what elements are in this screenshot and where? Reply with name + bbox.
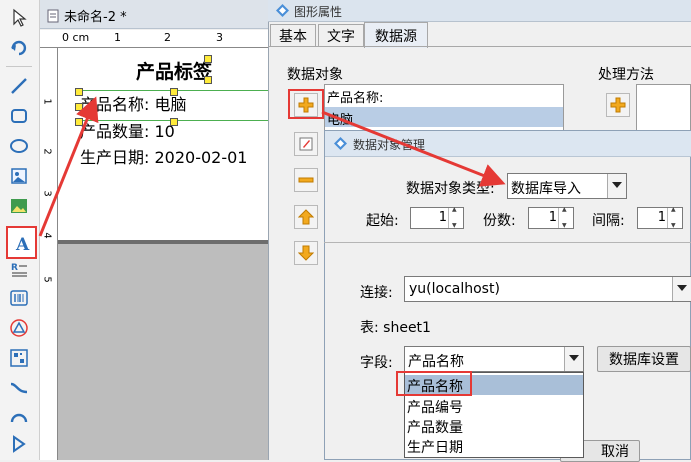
app-icon (276, 4, 289, 17)
chevron-down-icon[interactable] (672, 277, 691, 301)
list-item[interactable]: 产品名称: (327, 87, 383, 106)
remove-data-object-button[interactable] (294, 168, 318, 192)
line-tool-icon[interactable] (7, 74, 31, 98)
ruler-tick: 1 (114, 31, 121, 44)
processing-method-label: 处理方法 (598, 67, 654, 83)
vertical-ruler: 1 2 3 4 5 (40, 48, 58, 460)
left-toolbar: A R (0, 0, 40, 460)
edit-data-object-button[interactable] (294, 132, 318, 156)
tab-data-source[interactable]: 数据源 (364, 22, 428, 48)
ellipse-tool-icon[interactable] (7, 134, 31, 158)
triangle-tool-icon[interactable] (7, 316, 31, 340)
pointer-tool-icon[interactable] (7, 6, 31, 30)
document-tab-title: 未命名-2 * (64, 10, 127, 25)
minus-icon (298, 177, 314, 183)
ruler-tick: 3 (216, 31, 223, 44)
move-down-button[interactable] (294, 241, 318, 265)
table-label: 表: sheet1 (360, 320, 431, 336)
add-processing-button[interactable] (606, 93, 630, 117)
label-page[interactable]: 产品标签 产品名称: 电脑 产品数量: 10 生产日期: 2020-02-01 (58, 48, 268, 240)
barcode-tool-icon[interactable] (7, 286, 31, 310)
arrow-up-icon (298, 209, 314, 225)
add-button-highlight (288, 89, 324, 119)
selection-handle[interactable] (204, 76, 212, 84)
selection-handle[interactable] (170, 118, 178, 126)
curve-tool-icon[interactable] (7, 376, 31, 400)
vruler-tick: 3 (41, 190, 53, 197)
processing-list[interactable] (636, 84, 691, 134)
spinner-arrows[interactable] (558, 206, 573, 229)
chevron-down-icon[interactable] (564, 347, 583, 371)
arc-tool-icon[interactable] (7, 404, 31, 428)
properties-dialog-title: 图形属性 (294, 5, 343, 19)
start-label: 起始: (366, 213, 399, 229)
vruler-tick: 1 (41, 98, 53, 105)
database-settings-button[interactable]: 数据库设置 (597, 346, 691, 372)
rotate-tool-icon[interactable] (7, 36, 31, 60)
spinner-arrows[interactable] (448, 206, 463, 229)
data-object-manager-title: 数据对象管理 (353, 138, 426, 152)
data-object-type-select[interactable]: 数据库导入 (507, 173, 627, 199)
list-item-selected[interactable]: 电脑 (325, 107, 563, 128)
label-line-production-date[interactable]: 生产日期: 2020-02-01 (80, 144, 247, 168)
data-object-list[interactable]: 产品名称: 电脑 (324, 84, 564, 134)
selection-handle[interactable] (204, 55, 212, 63)
data-object-label: 数据对象 (287, 67, 343, 83)
app-icon (334, 137, 347, 150)
rounded-rectangle-tool-icon[interactable] (7, 104, 31, 128)
picture-tool-icon[interactable] (7, 164, 31, 188)
move-up-button[interactable] (294, 205, 318, 229)
plus-icon (610, 97, 626, 113)
vruler-tick: 2 (41, 148, 53, 155)
interval-label: 间隔: (592, 213, 625, 229)
start-spinner[interactable]: 1 (410, 206, 464, 229)
copies-label: 份数: (483, 213, 516, 229)
label-line-product-quantity[interactable]: 产品数量: 10 (80, 118, 175, 142)
ruler-tick: 2 (164, 31, 171, 44)
properties-dialog-titlebar[interactable]: 图形属性 (268, 0, 691, 22)
ruler-unit: 0 cm (62, 31, 90, 44)
selection-handle[interactable] (75, 88, 83, 96)
svg-text:A: A (15, 235, 30, 253)
field-select[interactable]: 产品名称 (404, 346, 584, 372)
rich-text-tool-icon[interactable]: R (7, 258, 31, 282)
qrcode-tool-icon[interactable] (7, 346, 31, 370)
dropdown-option[interactable]: 产品数量 (407, 417, 463, 437)
data-object-type-label: 数据对象类型: (406, 181, 495, 197)
tab-divider (268, 46, 691, 47)
copies-spinner[interactable]: 1 (528, 206, 574, 229)
svg-text:R: R (11, 263, 18, 273)
horizontal-ruler: 0 cm 1 2 3 (40, 30, 268, 48)
section-divider (324, 242, 691, 243)
image-tool-icon[interactable] (7, 194, 31, 218)
connection-label: 连接: (360, 285, 393, 301)
selection-handle[interactable] (170, 88, 178, 96)
edit-icon (299, 137, 313, 151)
vruler-tick: 4 (41, 232, 53, 239)
arrow-down-icon (298, 245, 314, 261)
tab-basic[interactable]: 基本 (270, 24, 316, 47)
document-icon (47, 9, 59, 22)
tab-text[interactable]: 文字 (318, 24, 364, 47)
interval-spinner[interactable]: 1 (637, 206, 683, 229)
label-title[interactable]: 产品标签 (136, 57, 212, 84)
vruler-tick: 5 (41, 276, 53, 283)
chevron-down-icon[interactable] (607, 174, 626, 198)
data-object-manager-titlebar[interactable]: 数据对象管理 (325, 131, 691, 157)
selection-handle[interactable] (75, 118, 83, 126)
selection-handle[interactable] (75, 103, 83, 111)
dropdown-option[interactable]: 生产日期 (407, 437, 463, 457)
spinner-arrows[interactable] (667, 206, 682, 229)
field-option-highlight (396, 371, 472, 396)
dropdown-option[interactable]: 产品编号 (407, 397, 463, 417)
connection-select[interactable]: yu(localhost) (404, 276, 691, 302)
field-label: 字段: (360, 355, 393, 371)
text-tool-icon[interactable]: A (6, 226, 37, 259)
document-tab[interactable]: 未命名-2 * (40, 0, 268, 29)
polygon-tool-icon[interactable] (7, 432, 31, 456)
